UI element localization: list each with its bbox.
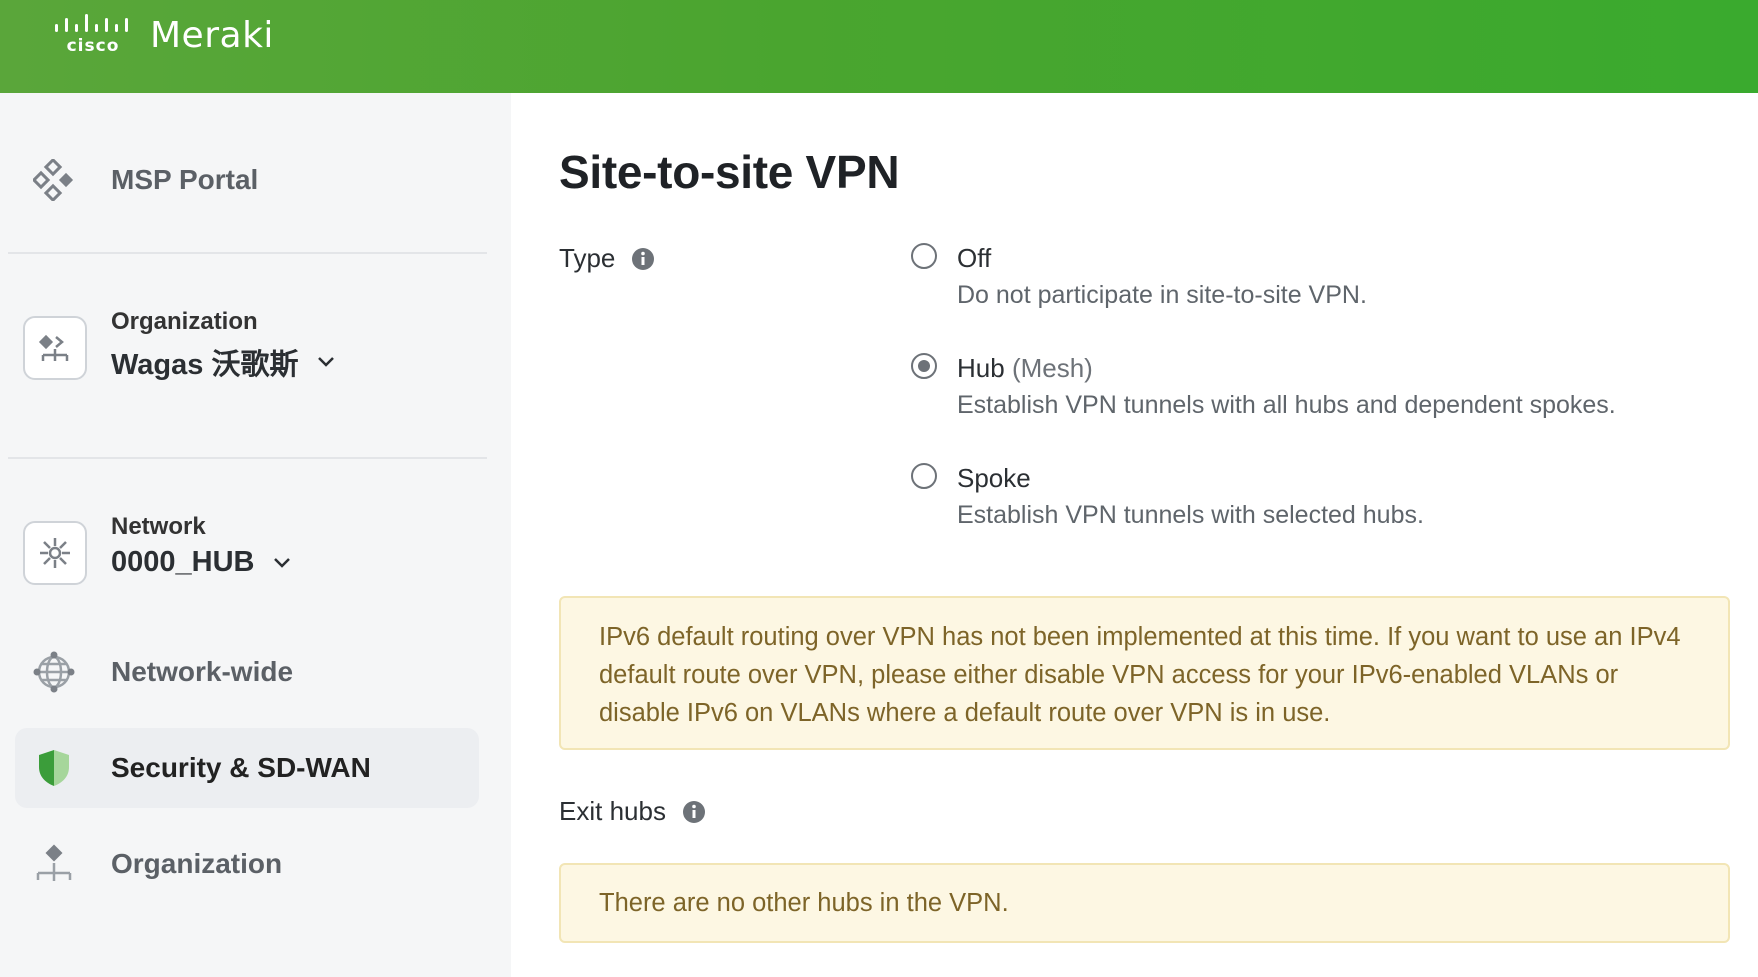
option-title: Hub (Mesh) [957, 353, 1093, 384]
sidebar-item-label: Organization [111, 848, 283, 879]
option-subtitle: (Mesh) [1011, 353, 1093, 383]
chevron-down-icon[interactable] [316, 355, 336, 369]
cisco-meraki-logo[interactable]: cisco Meraki [54, 14, 274, 56]
globe-icon [33, 651, 75, 693]
organization-value: Wagas 沃歌斯 [111, 349, 299, 381]
network-label: Network [111, 513, 206, 540]
organization-label: Organization [111, 308, 258, 335]
exit-hubs-notice: There are no other hubs in the VPN. [559, 863, 1730, 943]
network-context-icon [23, 521, 87, 585]
top-bar: cisco Meraki [0, 0, 1758, 93]
type-field-label: Type [559, 243, 655, 274]
option-title-text: Spoke [957, 463, 1031, 493]
network-value: 0000_HUB [111, 546, 255, 578]
sidebar-item-msp-portal[interactable]: MSP Portal [15, 140, 479, 220]
type-label: Type [559, 243, 616, 273]
organization-context-icon [23, 316, 87, 380]
cisco-bars-icon [55, 14, 128, 32]
info-icon[interactable] [682, 800, 706, 824]
cisco-wordmark: cisco [66, 36, 120, 56]
sidebar-item-label: MSP Portal [111, 164, 259, 195]
page-title: Site-to-site VPN [559, 146, 900, 198]
option-title-text: Off [957, 243, 992, 273]
msp-portal-icon [33, 159, 75, 201]
option-description: Establish VPN tunnels with all hubs and … [957, 391, 1616, 419]
chevron-down-icon[interactable] [272, 556, 292, 570]
sidebar-divider [8, 252, 487, 254]
ipv6-warning-notice: IPv6 default routing over VPN has not be… [559, 596, 1730, 750]
organization-selector[interactable]: Organization Wagas 沃歌斯 [0, 303, 511, 393]
option-description: Do not participate in site-to-site VPN. [957, 281, 1367, 309]
option-title: Spoke [957, 463, 1031, 494]
organization-icon [33, 843, 75, 885]
sidebar-item-network-wide[interactable]: Network-wide [15, 632, 479, 712]
option-description: Establish VPN tunnels with selected hubs… [957, 501, 1424, 529]
option-title: Off [957, 243, 991, 274]
sidebar-divider [8, 457, 487, 459]
meraki-wordmark: Meraki [150, 14, 274, 56]
network-name[interactable]: 0000_HUB [111, 546, 292, 579]
option-title-text: Hub [957, 353, 1005, 383]
sidebar-item-security-sdwan[interactable]: Security & SD-WAN [15, 728, 479, 808]
radio-hub[interactable] [911, 353, 937, 379]
radio-spoke[interactable] [911, 463, 937, 489]
network-selector[interactable]: Network 0000_HUB [0, 508, 511, 598]
sidebar-item-organization[interactable]: Organization [15, 824, 479, 904]
info-icon[interactable] [631, 247, 655, 271]
exit-hubs-field-label: Exit hubs [559, 796, 706, 827]
exit-hubs-label: Exit hubs [559, 796, 666, 826]
sidebar: MSP Portal Organization Wagas 沃歌斯 Networ… [0, 93, 511, 977]
radio-off[interactable] [911, 243, 937, 269]
organization-name[interactable]: Wagas 沃歌斯 [111, 341, 336, 383]
shield-icon [33, 747, 75, 789]
cisco-logo: cisco [54, 14, 132, 56]
sidebar-item-label: Security & SD-WAN [111, 752, 371, 783]
main-content: Site-to-site VPN Type Off Do not partici… [511, 93, 1758, 977]
sidebar-item-label: Network-wide [111, 656, 294, 687]
